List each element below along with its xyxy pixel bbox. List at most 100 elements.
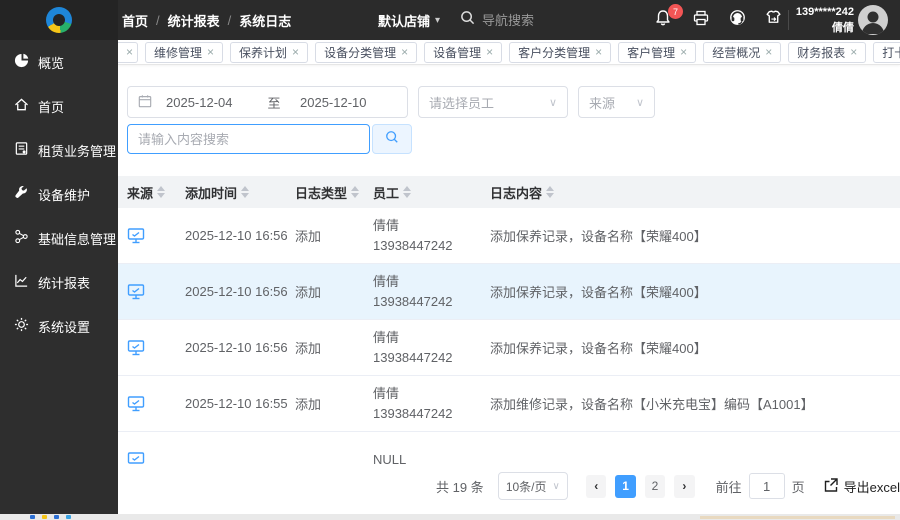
pc-monitor-icon <box>127 283 185 301</box>
source-select[interactable]: 来源 ∨ <box>578 86 655 118</box>
close-icon[interactable]: × <box>765 46 772 58</box>
tab-finance-report[interactable]: 财务报表 × <box>788 41 867 63</box>
table-row[interactable]: 2025-12-10 16:56 添加 倩倩 13938447242 添加保养记录… <box>118 320 900 376</box>
goto-suffix: 页 <box>791 479 805 495</box>
sidebar-item-overview[interactable]: 概览 <box>0 40 118 84</box>
date-range-picker[interactable]: 2025-12-04 至 2025-12-10 <box>127 86 408 118</box>
column-header-content[interactable]: 日志内容 <box>490 183 900 202</box>
sort-icon[interactable] <box>351 186 360 198</box>
nav-search-input[interactable] <box>482 12 592 28</box>
home-icon <box>14 97 29 115</box>
tab-clipped[interactable]: × <box>118 41 138 63</box>
close-icon[interactable]: × <box>850 46 857 58</box>
sort-icon[interactable] <box>241 186 250 198</box>
breadcrumb-home[interactable]: 首页 <box>122 11 148 30</box>
cell-employee-phone: 13938447242 <box>373 405 453 421</box>
column-header-time[interactable]: 添加时间 <box>185 183 295 202</box>
switch-store-button[interactable] <box>762 9 784 31</box>
logo-block[interactable] <box>0 0 118 40</box>
prev-page-button[interactable]: ‹ <box>586 474 607 498</box>
employee-select[interactable]: 请选择员工 ∨ <box>418 86 568 118</box>
app-window: 首页 / 统计报表 / 系统日志 默认店铺 ▾ 7 <box>0 0 900 520</box>
switch-arrows-icon <box>764 8 783 32</box>
date-end-value[interactable]: 2025-12-10 <box>294 95 382 110</box>
column-header-type[interactable]: 日志类型 <box>295 183 373 202</box>
tab-business-overview[interactable]: 经营概况 × <box>703 41 782 63</box>
sidebar-item-settings[interactable]: 系统设置 <box>0 304 118 348</box>
search-button[interactable] <box>372 124 412 154</box>
content-search-row <box>127 124 412 154</box>
date-range-separator: 至 <box>267 95 281 111</box>
document-icon <box>14 141 29 159</box>
close-icon[interactable]: × <box>126 46 133 58</box>
table-row[interactable]: 2025-12-10 16:55 添加 倩倩 13938447242 添加维修记录… <box>118 376 900 432</box>
tab-device-category[interactable]: 设备分类管理 × <box>315 41 418 63</box>
user-name: 倩倩 <box>832 22 854 34</box>
cell-employee-phone: 13938447242 <box>373 293 453 309</box>
store-selector-label: 默认店铺 <box>378 13 431 29</box>
table-row[interactable]: 2025-12-10 16:56 添加 倩倩 13938447242 添加保养记录… <box>118 264 900 320</box>
page-size-select[interactable]: 10条/页 ∨ <box>497 472 568 500</box>
total-count: 共 19 条 <box>436 479 484 495</box>
cell-employee-phone: 13938447242 <box>373 237 453 253</box>
close-icon[interactable]: × <box>486 46 493 58</box>
main-content: × 维修管理 × 保养计划 × 设备分类管理 × 设备管理 × 客户分类管理 × 客户管理… <box>118 40 900 514</box>
print-button[interactable] <box>690 9 712 31</box>
cell-type: 添加 <box>295 341 322 356</box>
sidebar: 概览 首页 租赁业务管理 设备维护 基础信息管理 统计报表 系统设置 <box>0 40 118 514</box>
sidebar-item-base-info[interactable]: 基础信息管理 <box>0 216 118 260</box>
log-table: 来源 添加时间 日志类型 员工 日志内容 2025-12-10 16:56 添加… <box>118 176 900 488</box>
close-icon[interactable]: × <box>401 46 408 58</box>
sidebar-item-label: 概览 <box>38 55 65 71</box>
avatar[interactable] <box>858 5 888 35</box>
tab-customer-management[interactable]: 客户管理 × <box>618 41 697 63</box>
store-selector[interactable]: 默认店铺 ▾ <box>378 0 440 40</box>
cell-employee-name: 倩倩 <box>373 273 400 289</box>
tab-maintenance-plan[interactable]: 保养计划 × <box>230 41 309 63</box>
date-start-value[interactable]: 2025-12-04 <box>166 95 254 110</box>
sidebar-item-statistics[interactable]: 统计报表 <box>0 260 118 304</box>
breadcrumb-reports[interactable]: 统计报表 <box>168 11 220 30</box>
user-info[interactable]: 139*****242 倩倩 <box>792 4 854 36</box>
customer-service-button[interactable] <box>726 9 748 31</box>
content-search-input[interactable] <box>127 124 370 154</box>
sidebar-item-home[interactable]: 首页 <box>0 84 118 128</box>
taskbar-segment <box>700 516 895 519</box>
cell-time: 2025-12-10 16:56 <box>185 228 288 243</box>
sort-icon[interactable] <box>546 186 555 198</box>
page-button-1[interactable]: 1 <box>615 474 636 498</box>
close-icon[interactable]: × <box>680 46 687 58</box>
sidebar-item-label: 设备维护 <box>38 187 91 203</box>
sidebar-item-label: 首页 <box>38 99 65 115</box>
sort-icon[interactable] <box>157 186 166 198</box>
chevron-down-icon: ∨ <box>548 96 557 109</box>
column-header-employee[interactable]: 员工 <box>373 183 490 202</box>
close-icon[interactable]: × <box>595 46 602 58</box>
chevron-down-icon: ∨ <box>552 480 560 492</box>
page-button-2[interactable]: 2 <box>644 474 666 498</box>
next-page-button[interactable]: › <box>674 474 695 498</box>
column-header-source[interactable]: 来源 <box>127 183 185 202</box>
goto-page-input[interactable] <box>748 473 785 499</box>
tab-customer-category[interactable]: 客户分类管理 × <box>509 41 612 63</box>
tab-repair-management[interactable]: 维修管理 × <box>145 41 224 63</box>
cell-content: 添加保养记录，设备名称【荣耀400】 <box>490 341 707 356</box>
chevron-down-icon: ▾ <box>435 14 441 26</box>
table-row[interactable]: 2025-12-10 16:56 添加 倩倩 13938447242 添加保养记录… <box>118 208 900 264</box>
tab-clock-records[interactable]: 打卡记录× <box>873 41 900 63</box>
tab-device-management[interactable]: 设备管理 × <box>424 41 503 63</box>
cell-type: 添加 <box>295 229 322 244</box>
cell-employee-name: 倩倩 <box>373 385 400 401</box>
export-excel-button[interactable]: 导出excel <box>823 477 900 496</box>
pc-monitor-icon <box>127 227 185 245</box>
taskbar-dot-icon <box>66 515 71 519</box>
sort-icon[interactable] <box>403 186 412 198</box>
cell-content: 添加保养记录，设备名称【荣耀400】 <box>490 229 707 244</box>
sidebar-item-device-maintenance[interactable]: 设备维护 <box>0 172 118 216</box>
close-icon[interactable]: × <box>292 46 299 58</box>
open-tabs-bar: × 维修管理 × 保养计划 × 设备分类管理 × 设备管理 × 客户分类管理 × 客户管理… <box>118 40 900 65</box>
notification-bell-button[interactable]: 7 <box>652 4 683 31</box>
sidebar-item-rental-management[interactable]: 租赁业务管理 <box>0 128 118 172</box>
gear-icon <box>14 317 29 335</box>
close-icon[interactable]: × <box>207 46 214 58</box>
